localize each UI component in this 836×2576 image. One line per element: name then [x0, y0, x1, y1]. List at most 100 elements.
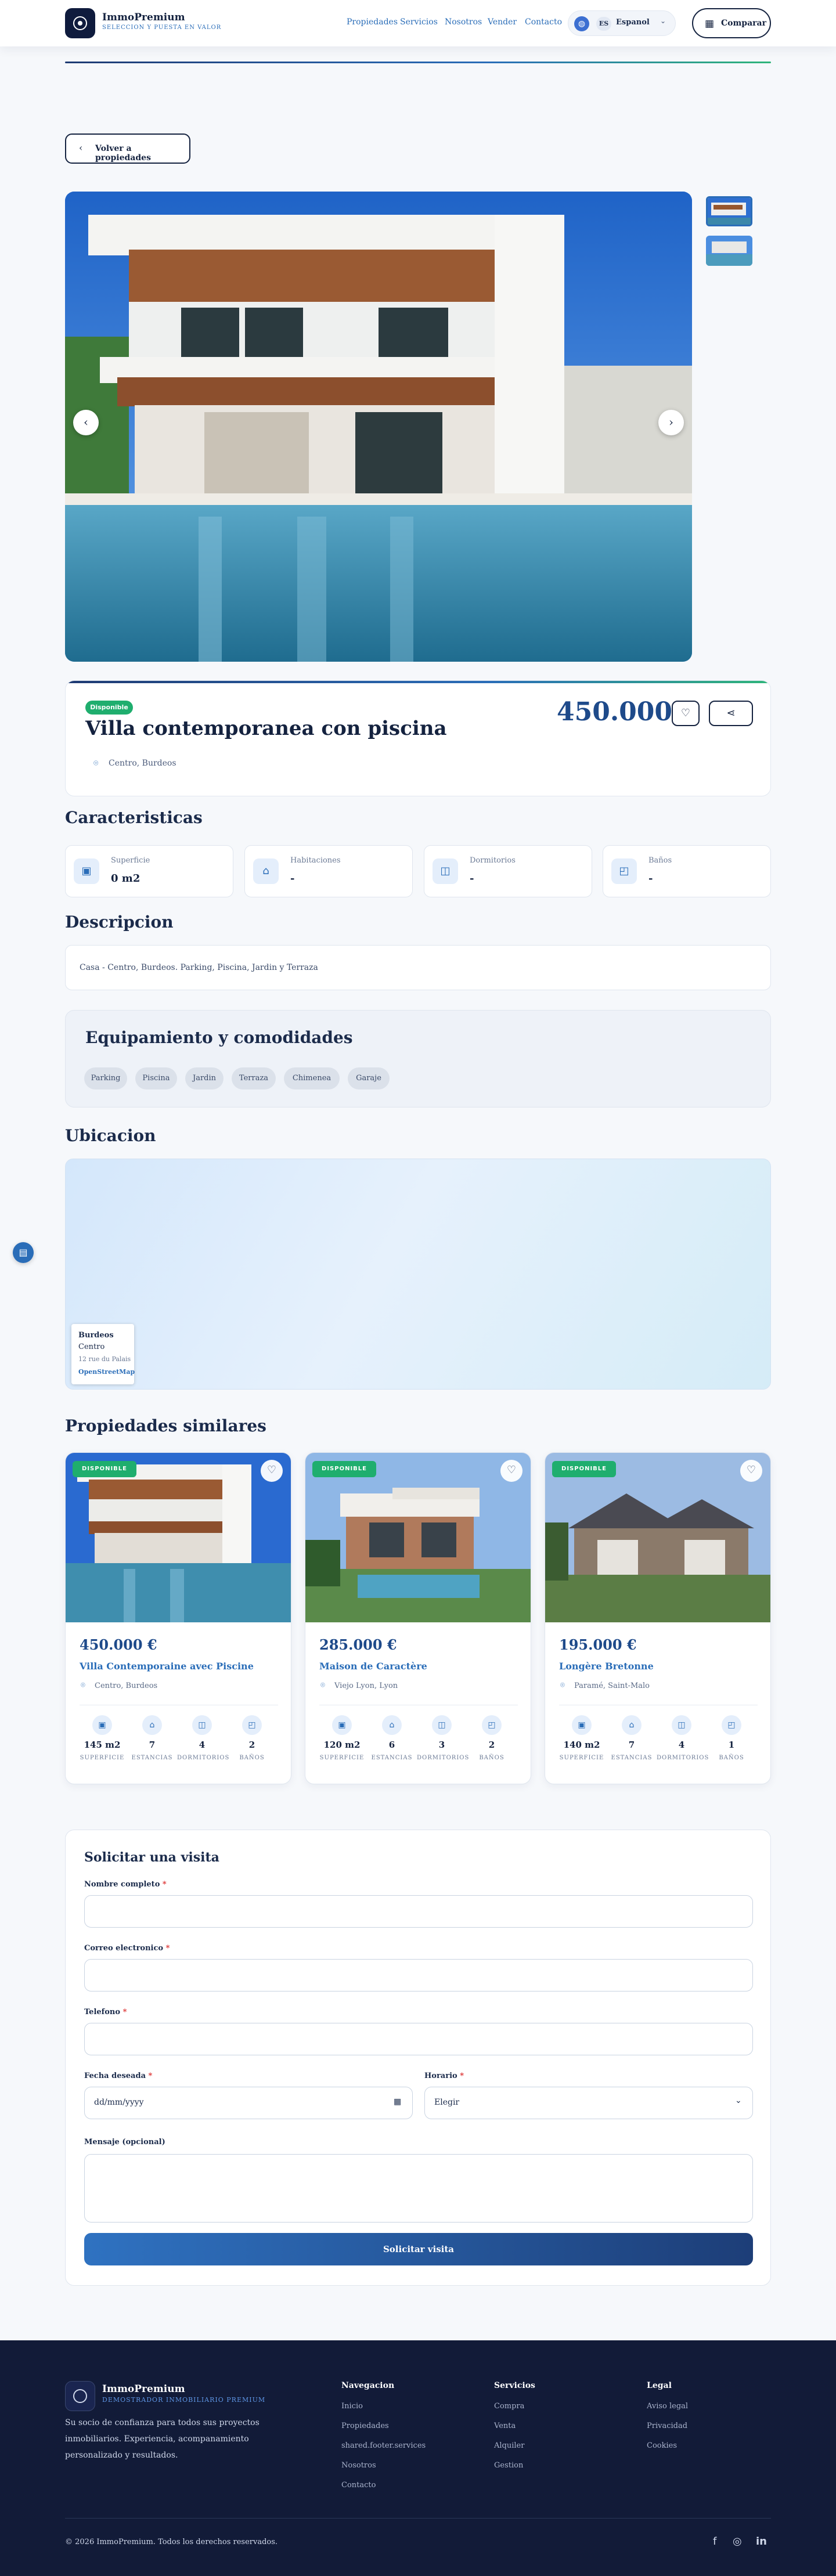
- bed-icon: ◫: [433, 858, 458, 884]
- full-name-input[interactable]: [84, 1895, 753, 1928]
- share-button[interactable]: ⋖: [709, 701, 753, 726]
- footer-link[interactable]: Gestion: [494, 2461, 523, 2470]
- card-location: Centro, Burdeos: [95, 1682, 158, 1690]
- share-icon: ⋖: [726, 707, 736, 719]
- footer-link[interactable]: Propiedades: [341, 2422, 389, 2430]
- location-pin-icon: ⌾: [81, 1681, 85, 1690]
- similar-property-card-3[interactable]: DISPONIBLE ♡ 195.000 € Longère Bretonne …: [545, 1452, 771, 1784]
- heart-icon: ♡: [746, 1464, 756, 1476]
- amenity-chip: Piscina: [135, 1067, 177, 1089]
- footer-link[interactable]: Venta: [494, 2422, 516, 2430]
- similar-heading: Propiedades similares: [65, 1416, 266, 1435]
- favorite-button[interactable]: ♡: [672, 701, 700, 726]
- card-title[interactable]: Longère Bretonne: [559, 1661, 654, 1672]
- brand-logo[interactable]: [65, 8, 95, 38]
- footer-link[interactable]: Privacidad: [647, 2422, 687, 2430]
- gallery-thumbnail-2[interactable]: [706, 236, 752, 266]
- message-textarea[interactable]: [84, 2154, 753, 2223]
- favorite-button[interactable]: ♡: [500, 1460, 522, 1482]
- stat-label: ESTANCIAS: [131, 1755, 173, 1761]
- visit-request-form: Solicitar una visita Nombre completo * C…: [65, 1830, 771, 2286]
- language-selector[interactable]: ◍ ES Espanol ⌄: [568, 10, 676, 36]
- stat-rooms: ⌂ 7 ESTANCIAS: [607, 1715, 657, 1761]
- bath-icon: ◰: [482, 1715, 502, 1735]
- compare-button[interactable]: ▦ Comparar: [692, 8, 771, 38]
- stat-bathrooms: ◰ 1 BAÑOS: [707, 1715, 756, 1761]
- card-location: Viejo Lyon, Lyon: [334, 1682, 398, 1690]
- footer-logo[interactable]: [65, 2381, 95, 2411]
- nav-link-vender[interactable]: Vender: [488, 17, 517, 27]
- home-icon: ⌂: [142, 1715, 162, 1735]
- equipment-heading: Equipamiento y comodidades: [85, 1028, 353, 1047]
- linkedin-icon[interactable]: in: [756, 2535, 767, 2548]
- map-address: 12 rue du Palais: [78, 1355, 131, 1363]
- footer-link[interactable]: Cookies: [647, 2441, 677, 2450]
- date-input[interactable]: dd/mm/yyyy ▦: [84, 2087, 413, 2119]
- heart-icon: ♡: [506, 1464, 517, 1476]
- villa-photo: [66, 1453, 291, 1622]
- similar-property-card-1[interactable]: DISPONIBLE ♡ 450.000 € Villa Contemporai…: [65, 1452, 291, 1784]
- amenity-chip: Jardin: [185, 1067, 224, 1089]
- brand-name: ImmoPremium: [102, 12, 185, 23]
- floating-compare-button[interactable]: ▤: [13, 1242, 34, 1263]
- brand-tagline: SELECCION Y PUESTA EN VALOR: [102, 24, 222, 31]
- description-heading: Descripcion: [65, 912, 174, 932]
- request-visit-button[interactable]: Solicitar visita: [84, 2233, 753, 2265]
- stat-value: 120 m2: [323, 1740, 361, 1750]
- gallery-next-button[interactable]: ›: [658, 410, 684, 435]
- email-input[interactable]: [84, 1959, 753, 1991]
- footer-link[interactable]: Inicio: [341, 2402, 363, 2411]
- home-icon: ⌂: [382, 1715, 402, 1735]
- stat-surface: ▣ 120 m2 SUPERFICIE: [317, 1715, 367, 1761]
- card-photo: [545, 1453, 770, 1622]
- stat-value: 2: [488, 1740, 495, 1750]
- nav-link-servicios[interactable]: Servicios: [400, 17, 438, 27]
- nav-link-propiedades[interactable]: Propiedades: [347, 17, 398, 27]
- bath-icon: ◰: [611, 858, 637, 884]
- card-title[interactable]: Maison de Caractère: [319, 1661, 427, 1672]
- thumbnail-photo: [706, 236, 752, 266]
- favorite-button[interactable]: ♡: [261, 1460, 283, 1482]
- stat-value: 4: [199, 1740, 206, 1750]
- stat-label: SUPERFICIE: [559, 1755, 604, 1761]
- stat-bedrooms: ◫ 4 DORMITORIOS: [177, 1715, 229, 1761]
- feature-value: -: [470, 872, 474, 885]
- card-title[interactable]: Villa Contemporaine avec Piscine: [80, 1661, 254, 1672]
- stat-label: BAÑOS: [719, 1755, 744, 1761]
- house-photo: [545, 1453, 770, 1622]
- footer-link[interactable]: Aviso legal: [647, 2402, 688, 2411]
- stat-surface: ▣ 145 m2 SUPERFICIE: [77, 1715, 127, 1761]
- similar-property-card-2[interactable]: DISPONIBLE ♡ 285.000 € Maison de Caractè…: [305, 1452, 531, 1784]
- stat-bedrooms: ◫ 4 DORMITORIOS: [657, 1715, 708, 1761]
- footer-link[interactable]: Alquiler: [494, 2441, 524, 2450]
- nav-link-contacto[interactable]: Contacto: [525, 17, 562, 27]
- gallery-prev-button[interactable]: ‹: [73, 410, 99, 435]
- footer-link[interactable]: Nosotros: [341, 2461, 376, 2470]
- gallery-main-image[interactable]: ‹ ›: [65, 192, 692, 662]
- openstreetmap-link[interactable]: OpenStreetMap: [78, 1368, 135, 1376]
- feature-value: -: [648, 872, 653, 885]
- location-map[interactable]: Burdeos Centro 12 rue du Palais OpenStre…: [65, 1159, 771, 1390]
- email-label: Correo electronico *: [84, 1944, 170, 1953]
- amenity-chip: Chimenea: [284, 1067, 340, 1089]
- footer-link[interactable]: Compra: [494, 2402, 524, 2411]
- nav-link-nosotros[interactable]: Nosotros: [445, 17, 482, 27]
- instagram-icon[interactable]: ◎: [733, 2535, 742, 2548]
- gallery-thumbnail-1[interactable]: [706, 196, 752, 226]
- stat-value: 4: [678, 1740, 685, 1750]
- date-label: Fecha deseada *: [84, 2072, 152, 2080]
- bath-icon: ◰: [242, 1715, 262, 1735]
- favorite-button[interactable]: ♡: [740, 1460, 762, 1482]
- name-label-text: Nombre completo: [84, 1880, 160, 1889]
- time-select[interactable]: Elegir ⌄: [424, 2087, 753, 2119]
- card-price: 285.000 €: [319, 1636, 397, 1653]
- calendar-icon: ▦: [394, 2097, 402, 2106]
- footer-link[interactable]: shared.footer.services: [341, 2441, 426, 2450]
- accent-divider: [65, 62, 771, 63]
- footer-link[interactable]: Contacto: [341, 2481, 376, 2490]
- phone-input[interactable]: [84, 2023, 753, 2055]
- back-to-properties-button[interactable]: ‹ Volver a propiedades: [65, 134, 190, 164]
- description-text: Casa - Centro, Burdeos. Parking, Piscina…: [80, 963, 318, 972]
- footer-nav-heading: Navegacion: [341, 2381, 395, 2390]
- facebook-icon[interactable]: f: [713, 2535, 716, 2548]
